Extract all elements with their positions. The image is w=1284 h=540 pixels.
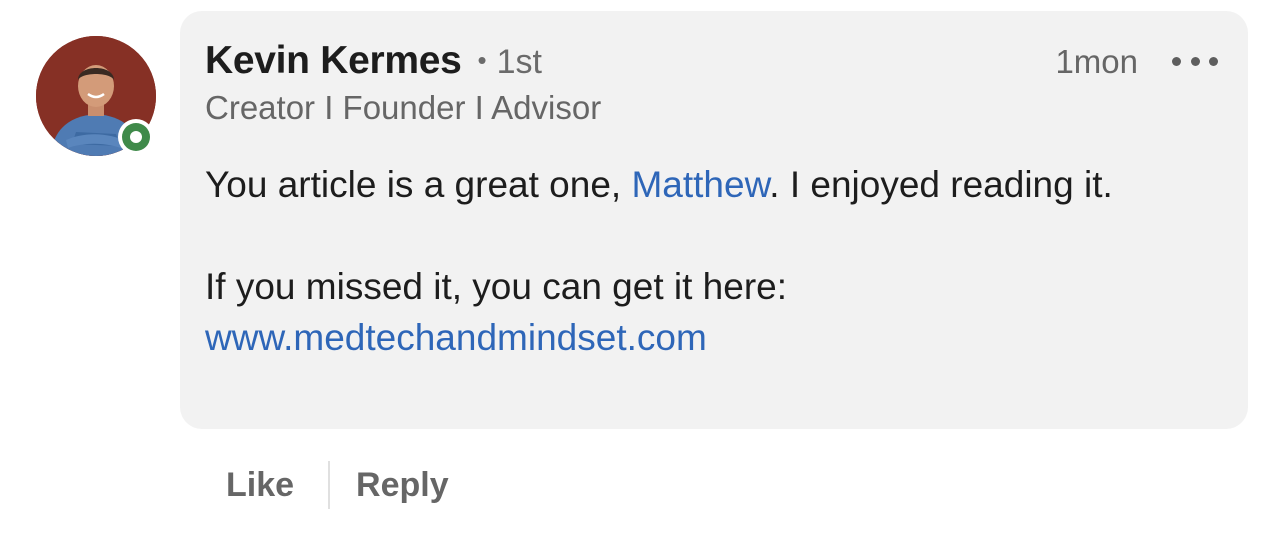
separator-bullet: • xyxy=(477,45,487,75)
reply-button[interactable]: Reply xyxy=(356,466,449,505)
comment-timestamp: 1mon xyxy=(1055,43,1138,80)
website-link[interactable]: www.medtechandmindset.com xyxy=(205,317,707,358)
dot xyxy=(1209,56,1218,66)
author-name[interactable]: Kevin Kermes xyxy=(205,39,462,83)
author-headline: Creator I Founder I Advisor xyxy=(205,89,602,126)
comment-actions: Like Reply xyxy=(226,460,449,510)
mention-link[interactable]: Matthew xyxy=(631,164,769,205)
comment-bubble: Kevin Kermes • 1st Creator I Founder I A… xyxy=(180,11,1248,429)
comment-paragraph: You article is a great one, Matthew. I e… xyxy=(205,159,1205,210)
author-row: Kevin Kermes • 1st xyxy=(205,39,542,83)
connection-degree: 1st xyxy=(496,43,542,81)
action-divider xyxy=(328,461,331,509)
body-text-link-intro: If you missed it, you can get it here: xyxy=(205,266,788,307)
presence-dot xyxy=(122,123,150,151)
comment: Kevin Kermes • 1st Creator I Founder I A… xyxy=(0,0,1284,540)
dot xyxy=(1190,56,1200,66)
comment-body: You article is a great one, Matthew. I e… xyxy=(205,159,1205,363)
online-status-icon xyxy=(118,119,154,155)
like-button[interactable]: Like xyxy=(226,466,294,505)
more-options-icon[interactable] xyxy=(1172,49,1218,73)
comment-paragraph: If you missed it, you can get it here: ww… xyxy=(205,261,1205,363)
body-text-after-mention: . I enjoyed reading it. xyxy=(769,164,1113,205)
body-text-before-mention: You article is a great one, xyxy=(205,164,632,205)
dot xyxy=(1172,56,1181,66)
